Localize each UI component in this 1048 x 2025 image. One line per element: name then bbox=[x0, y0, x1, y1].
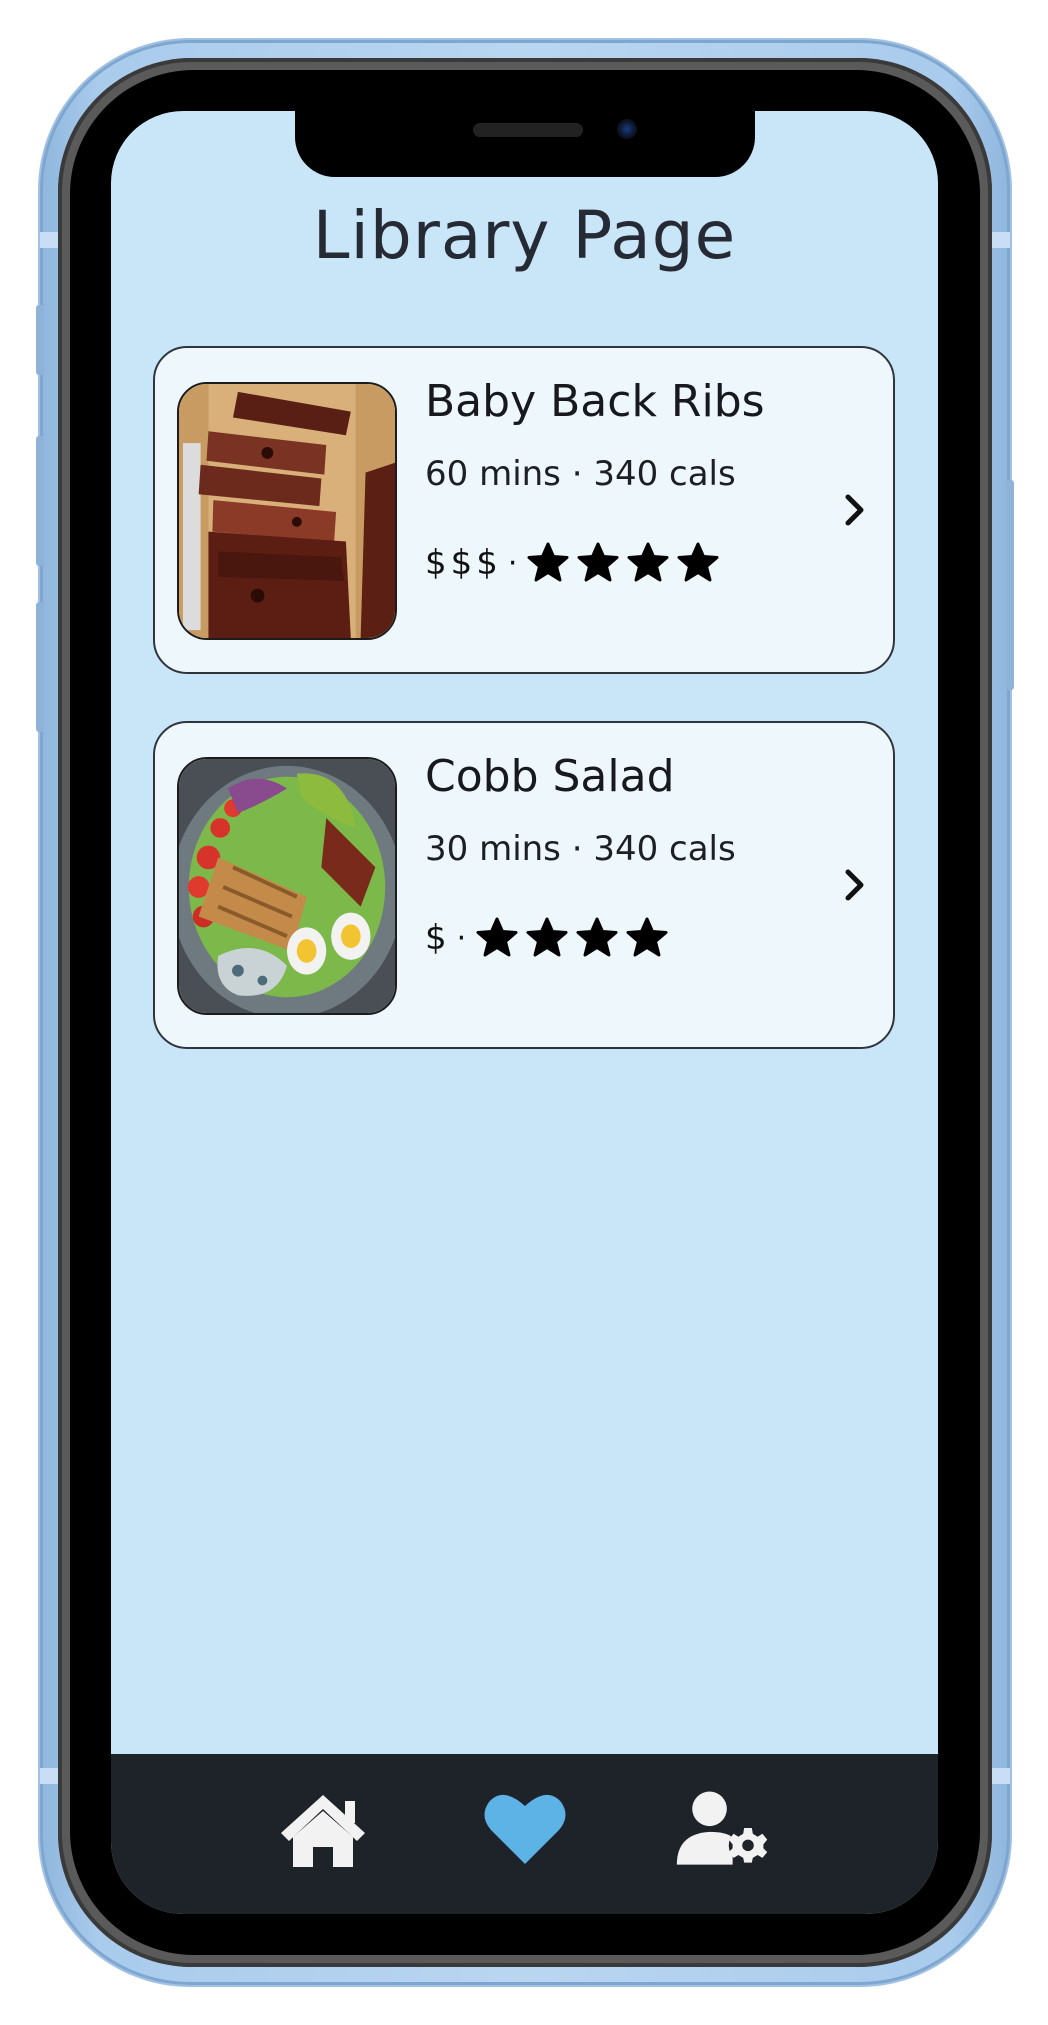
screen: Library Page Baby Back Ribs 60 mins · 34… bbox=[111, 111, 938, 1914]
star-icon bbox=[677, 542, 719, 582]
recipe-meta: 60 mins · 340 cals bbox=[425, 454, 736, 494]
volume-up-button bbox=[36, 436, 44, 566]
price-rating: $$$ · bbox=[425, 540, 727, 586]
recipe-card[interactable]: Baby Back Ribs 60 mins · 340 cals $$$ · bbox=[153, 346, 895, 674]
nav-profile-settings[interactable] bbox=[673, 1784, 773, 1874]
recipe-image bbox=[177, 757, 397, 1015]
price-rating: $ · bbox=[425, 915, 676, 961]
price-level: $ bbox=[425, 918, 451, 958]
star-icon bbox=[576, 917, 618, 957]
separator-dot: · bbox=[456, 920, 467, 956]
nav-favorites[interactable] bbox=[475, 1784, 575, 1874]
salad-photo bbox=[179, 759, 395, 1013]
separator-dot: · bbox=[507, 545, 518, 581]
price-level: $$$ bbox=[425, 543, 502, 583]
nav-home[interactable] bbox=[273, 1784, 373, 1874]
recipe-name: Cobb Salad bbox=[425, 751, 675, 802]
antenna-band bbox=[40, 232, 58, 248]
ribs-photo bbox=[179, 384, 395, 638]
speaker-grille bbox=[473, 123, 583, 137]
recipe-meta: 30 mins · 340 cals bbox=[425, 829, 736, 869]
home-icon bbox=[281, 1795, 365, 1867]
star-icon bbox=[577, 542, 619, 582]
power-button bbox=[1006, 480, 1014, 690]
antenna-band bbox=[40, 1768, 58, 1784]
user-settings-icon bbox=[676, 1791, 768, 1865]
rating-stars bbox=[476, 917, 676, 959]
chevron-right-icon[interactable] bbox=[835, 488, 875, 532]
star-icon bbox=[476, 917, 518, 957]
chevron-right-icon[interactable] bbox=[835, 863, 875, 907]
rating-stars bbox=[527, 542, 727, 584]
front-camera bbox=[617, 119, 637, 139]
star-icon bbox=[527, 542, 569, 582]
bottom-nav bbox=[111, 1754, 938, 1914]
mute-switch bbox=[36, 305, 44, 375]
star-icon bbox=[627, 542, 669, 582]
recipe-name: Baby Back Ribs bbox=[425, 376, 765, 427]
antenna-band bbox=[992, 232, 1010, 248]
star-icon bbox=[526, 917, 568, 957]
recipe-image bbox=[177, 382, 397, 640]
notch bbox=[295, 111, 755, 177]
star-icon bbox=[626, 917, 668, 957]
page-title: Library Page bbox=[312, 197, 737, 274]
recipe-card[interactable]: Cobb Salad 30 mins · 340 cals $ · bbox=[153, 721, 895, 1049]
heart-icon bbox=[484, 1794, 566, 1864]
antenna-band bbox=[992, 1768, 1010, 1784]
volume-down-button bbox=[36, 602, 44, 732]
